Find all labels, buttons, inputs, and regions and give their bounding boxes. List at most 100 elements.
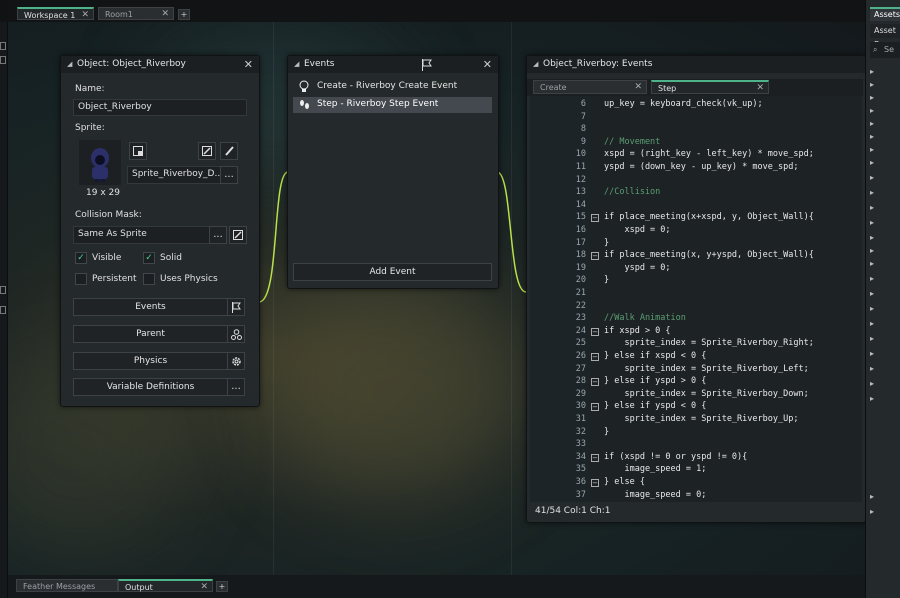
code-line[interactable]: } else { (604, 477, 645, 487)
asset-tree-item[interactable]: ▸ (870, 258, 900, 269)
new-sprite-icon[interactable] (129, 142, 147, 160)
asset-tree-item[interactable]: ▸ (870, 506, 900, 517)
tab-asset-browser[interactable]: Asset B (870, 24, 900, 49)
parent-button[interactable]: Parent (73, 325, 228, 343)
event-item-create[interactable]: Create - Riverboy Create Event (293, 79, 492, 95)
object-panel-title[interactable]: ◢ Object: Object_Riverboy ✕ (61, 56, 259, 73)
code-line[interactable]: // Movement (604, 137, 660, 147)
asset-tree-item[interactable]: ▸ (870, 363, 900, 374)
code-area[interactable]: 6 up_key = keyboard_check(vk_up); 7 8 9 // Mo… (530, 96, 862, 502)
tab-create[interactable]: Create ✕ (533, 80, 647, 94)
asset-tree-item[interactable]: ▸ (870, 202, 900, 213)
close-icon[interactable]: ✕ (756, 82, 764, 95)
code-line[interactable]: if place_meeting(x+xspd, y, Object_Wall)… (604, 212, 814, 222)
asset-tree-item[interactable]: ▸ (870, 157, 900, 168)
code-line[interactable]: //Walk Animation (604, 313, 686, 323)
asset-tree-item[interactable]: ▸ (870, 273, 900, 284)
sprite-name-field[interactable]: Sprite_Riverboy_D... (127, 166, 223, 184)
collapse-icon[interactable]: ◢ (533, 56, 538, 73)
code-line[interactable]: } (604, 427, 609, 437)
collapse-icon[interactable]: ◢ (294, 56, 299, 73)
tab-step[interactable]: Step ✕ (651, 80, 769, 94)
pencil-icon[interactable] (229, 226, 247, 244)
flag-icon[interactable] (227, 298, 245, 316)
events-panel-title[interactable]: ◢ Events ✕ (288, 56, 498, 73)
fold-toggle-icon[interactable]: − (591, 479, 599, 487)
asset-tree-item[interactable]: ▸ (870, 187, 900, 198)
asset-tree-item[interactable]: ▸ (870, 245, 900, 256)
events-button[interactable]: Events (73, 298, 228, 316)
code-panel-title[interactable]: ◢ Object_Riverboy: Events (527, 56, 865, 73)
visible-checkbox[interactable]: ✓ (75, 252, 87, 264)
tab-room1[interactable]: Room1 ✕ (98, 7, 174, 20)
add-output-tab-button[interactable]: + (216, 581, 228, 592)
collision-dots-button[interactable]: ... (209, 226, 227, 244)
fold-toggle-icon[interactable]: − (591, 453, 599, 462)
code-line[interactable]: sprite_index = Sprite_Riverboy_Up; (604, 414, 798, 424)
asset-tree-item[interactable]: ▸ (870, 303, 900, 314)
code-line[interactable]: image_speed = 1; (604, 464, 706, 474)
asset-search-input[interactable]: ⌕ Se (870, 42, 900, 58)
toolbar-icon[interactable] (0, 42, 6, 50)
asset-tree-item[interactable]: ▸ (870, 105, 900, 116)
asset-tree-item[interactable]: ▸ (870, 393, 900, 404)
uses-physics-checkbox[interactable] (143, 273, 155, 285)
flag-icon[interactable] (421, 59, 432, 78)
sprite-dots-button[interactable]: ... (220, 166, 238, 184)
code-line[interactable]: xspd = 0; (604, 225, 670, 235)
asset-tree-item[interactable]: ▸ (870, 318, 900, 329)
fold-toggle-icon[interactable]: − (591, 214, 599, 223)
asset-tree-item[interactable]: ▸ (870, 333, 900, 344)
close-icon[interactable]: ✕ (634, 81, 642, 94)
code-line[interactable]: if (xspd != 0 or yspd != 0){ (604, 452, 747, 462)
code-line[interactable]: //Collision (604, 187, 660, 197)
asset-tree-item[interactable]: ▸ (870, 92, 900, 103)
close-icon[interactable]: ✕ (161, 8, 169, 21)
asset-tree-item[interactable]: ▸ (870, 232, 900, 243)
hierarchy-icon[interactable] (227, 325, 245, 343)
fold-toggle-icon[interactable]: − (591, 252, 599, 261)
code-line[interactable]: if place_meeting(x, y+yspd, Object_Wall)… (604, 250, 814, 260)
tab-workspace-1[interactable]: Workspace 1 ✕ (17, 7, 94, 20)
code-line[interactable]: } (604, 275, 609, 285)
close-icon[interactable]: ✕ (483, 56, 492, 73)
collapse-icon[interactable]: ◢ (67, 56, 72, 73)
asset-tree-item[interactable]: ▸ (870, 66, 900, 77)
toolbar-icon[interactable] (0, 56, 6, 64)
code-line[interactable]: } else if yspd < 0 { (604, 401, 706, 411)
asset-tree-item[interactable]: ▸ (870, 144, 900, 155)
code-line[interactable]: sprite_index = Sprite_Riverboy_Down; (604, 389, 808, 399)
code-line[interactable]: } else if xspd < 0 { (604, 351, 706, 361)
close-icon[interactable]: ✕ (200, 581, 208, 594)
variable-definitions-button[interactable]: Variable Definitions (73, 378, 228, 396)
fold-toggle-icon[interactable]: − (591, 353, 599, 361)
asset-tree-item[interactable]: ▸ (870, 491, 900, 502)
asset-tree-item[interactable]: ▸ (870, 131, 900, 142)
variable-dots-button[interactable]: ... (227, 378, 245, 396)
asset-tree-item[interactable]: ▸ (870, 118, 900, 129)
persistent-checkbox[interactable] (75, 273, 87, 285)
close-icon[interactable]: ✕ (81, 9, 89, 22)
tab-feather-messages[interactable]: Feather Messages (16, 579, 118, 592)
close-icon[interactable]: ✕ (244, 56, 253, 73)
pencil-icon[interactable] (198, 142, 216, 160)
code-line[interactable]: xspd = (right_key - left_key) * move_spd… (604, 149, 814, 159)
fold-toggle-icon[interactable]: − (591, 378, 599, 387)
toolbar-icon[interactable] (0, 306, 6, 314)
tab-output[interactable]: Output ✕ (118, 579, 213, 592)
gear-icon[interactable] (227, 352, 245, 370)
asset-tree-item[interactable]: ▸ (870, 217, 900, 228)
code-line[interactable]: sprite_index = Sprite_Riverboy_Right; (604, 338, 813, 348)
code-line[interactable]: } (604, 238, 609, 248)
asset-tree-item[interactable]: ▸ (870, 79, 900, 90)
toolbar-icon[interactable] (0, 286, 6, 294)
asset-tree-item[interactable]: ▸ (870, 172, 900, 183)
asset-tree-item[interactable]: ▸ (870, 348, 900, 359)
add-event-button[interactable]: Add Event (293, 263, 492, 281)
tab-assets[interactable]: Assets (870, 7, 900, 21)
add-tab-button[interactable]: + (178, 9, 190, 20)
code-line[interactable]: yspd = (down_key - up_key) * move_spd; (604, 162, 798, 172)
event-item-step[interactable]: Step - Riverboy Step Event (293, 97, 492, 113)
collision-mask-field[interactable]: Same As Sprite (73, 226, 213, 244)
fold-toggle-icon[interactable]: − (591, 327, 599, 336)
